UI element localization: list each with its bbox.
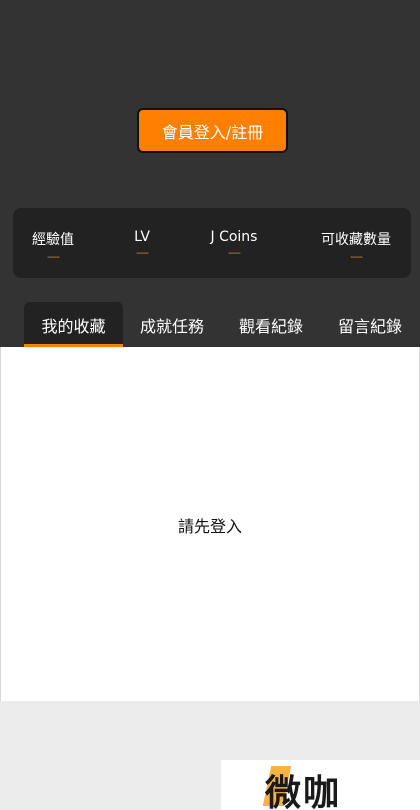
tab-achievements[interactable]: 成就任務 [130, 302, 214, 347]
watermark-text: 微咖 [265, 773, 342, 810]
tab-watch-history[interactable]: 觀看紀錄 [229, 302, 313, 347]
watermark-logo: 微咖 [221, 760, 420, 810]
stat-value: ---- [350, 250, 363, 263]
stat-experience: 經驗值 ---- [3, 208, 103, 278]
stat-value: ---- [228, 246, 241, 259]
stats-panel: 經驗值 ---- LV ---- J Coins ---- 可收藏數量 ---- [13, 208, 411, 278]
tab-comment-history[interactable]: 留言紀錄 [328, 302, 412, 347]
stat-jcoins: J Coins ---- [184, 208, 284, 278]
stat-label: LV [134, 229, 150, 245]
login-required-message: 請先登入 [177, 517, 242, 536]
stat-collection-limit: 可收藏數量 ---- [306, 208, 406, 278]
stat-value: ---- [47, 250, 60, 263]
tab-my-favorites[interactable]: 我的收藏 [24, 302, 123, 347]
profile-header: 會員登入/註冊 經驗值 ---- LV ---- J Coins ---- 可收… [0, 0, 420, 347]
tab-bar: 我的收藏 成就任務 觀看紀錄 留言紀錄 [0, 300, 420, 347]
stat-value: ---- [136, 246, 149, 259]
login-register-button[interactable]: 會員登入/註冊 [137, 108, 288, 153]
stat-label: 可收藏數量 [321, 232, 391, 248]
stat-label: J Coins [210, 229, 258, 245]
stat-level: LV ---- [92, 208, 192, 278]
stat-label: 經驗值 [32, 232, 74, 248]
profile-screen: 會員登入/註冊 經驗值 ---- LV ---- J Coins ---- 可收… [0, 0, 420, 810]
